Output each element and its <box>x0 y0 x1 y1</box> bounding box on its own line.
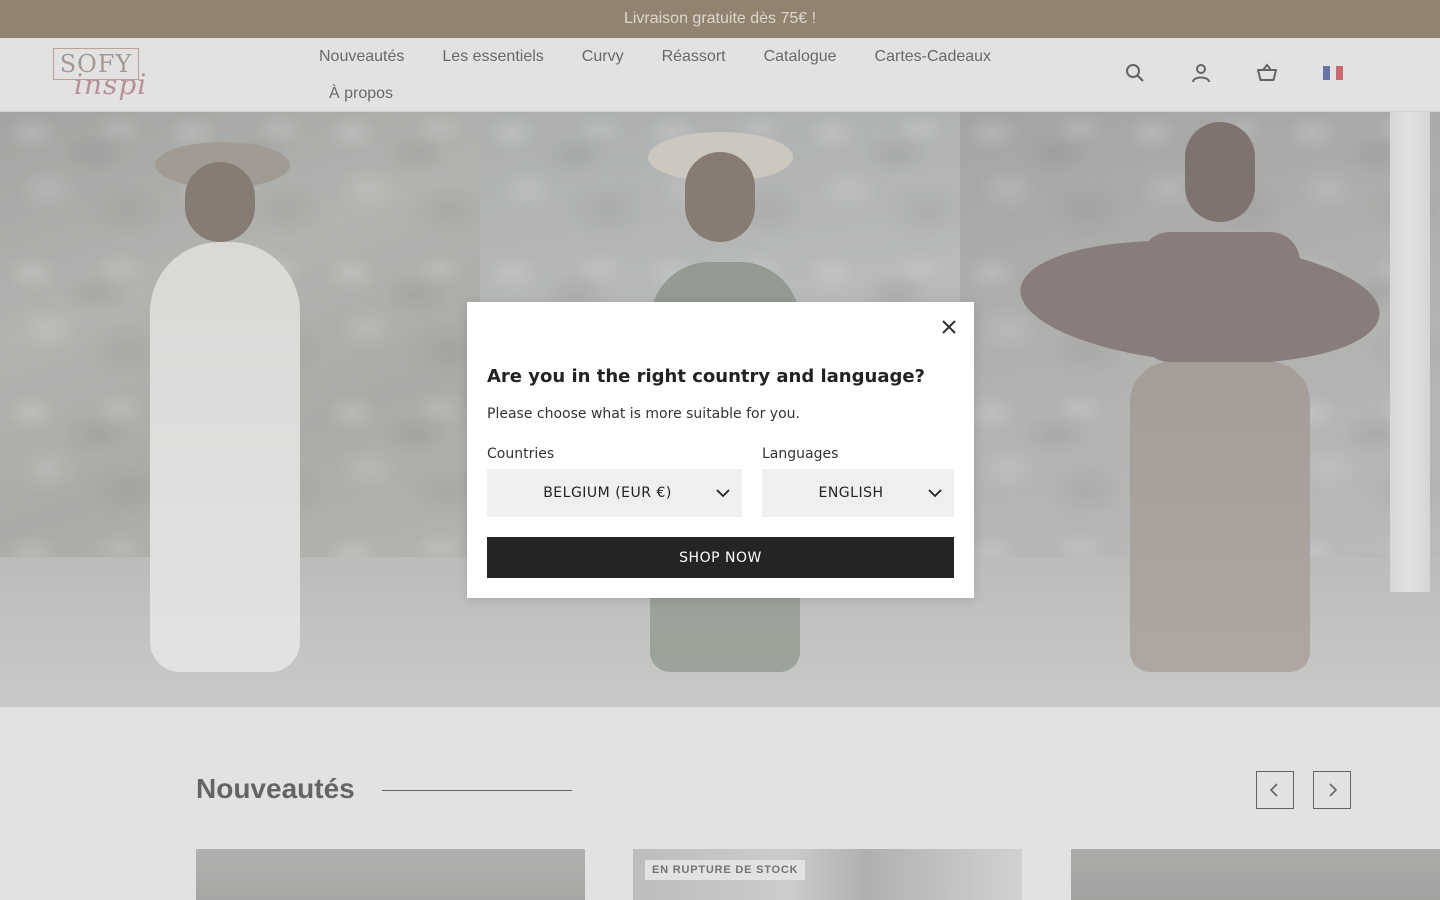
shop-now-button[interactable]: SHOP NOW <box>487 537 954 578</box>
language-select[interactable]: ENGLISH <box>762 469 954 517</box>
chevron-down-icon <box>928 489 942 498</box>
country-select-value: BELGIUM (EUR €) <box>543 485 672 501</box>
countries-label: Countries <box>487 446 555 462</box>
languages-label: Languages <box>762 446 839 462</box>
country-language-modal: Are you in the right country and languag… <box>467 302 974 598</box>
modal-title: Are you in the right country and languag… <box>487 366 925 387</box>
modal-subtitle: Please choose what is more suitable for … <box>487 406 800 422</box>
close-icon[interactable] <box>938 316 960 338</box>
language-select-value: ENGLISH <box>818 485 884 501</box>
country-select[interactable]: BELGIUM (EUR €) <box>487 469 742 517</box>
chevron-down-icon <box>716 489 730 498</box>
